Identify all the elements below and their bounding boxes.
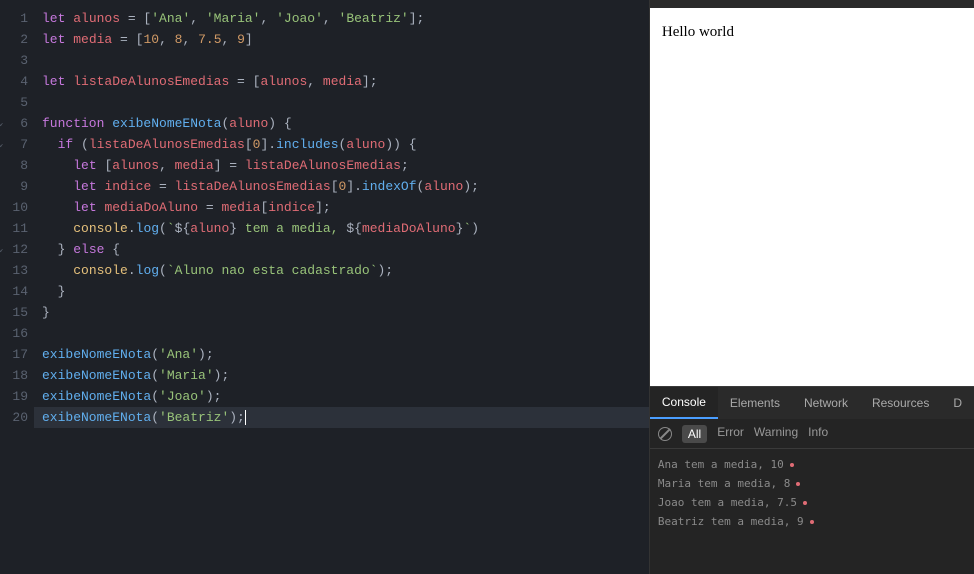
editor-pane: 12345⌄6⌄7891011⌄121314151617181920 let a… xyxy=(0,0,649,574)
code-line[interactable]: let mediaDoAluno = media[indice]; xyxy=(34,197,649,218)
line-number: 5 xyxy=(0,92,34,113)
line-number: 9 xyxy=(0,176,34,197)
console-log-line[interactable]: Joao tem a media, 7.5 xyxy=(658,493,966,512)
line-number: 11 xyxy=(0,218,34,239)
devtools-tab-resources[interactable]: Resources xyxy=(860,387,941,419)
console-log: Ana tem a media, 10Maria tem a media, 8J… xyxy=(650,449,974,574)
line-number: 19 xyxy=(0,386,34,407)
console-filter-warning[interactable]: Warning xyxy=(754,425,798,443)
devtools-tab-d[interactable]: D xyxy=(941,387,974,419)
log-source-dot-icon xyxy=(796,482,800,486)
log-source-dot-icon xyxy=(810,520,814,524)
output-text: Hello world xyxy=(662,24,734,40)
line-number: 14 xyxy=(0,281,34,302)
line-number: ⌄6 xyxy=(0,113,34,134)
code-line[interactable]: } xyxy=(34,302,649,323)
devtools-tab-network[interactable]: Network xyxy=(792,387,860,419)
console-log-line[interactable]: Maria tem a media, 8 xyxy=(658,474,966,493)
code-line[interactable]: let media = [10, 8, 7.5, 9] xyxy=(34,29,649,50)
devtools-tab-console[interactable]: Console xyxy=(650,387,718,419)
code-line[interactable]: } else { xyxy=(34,239,649,260)
code-line[interactable]: let listaDeAlunosEmedias = [alunos, medi… xyxy=(34,71,649,92)
line-number: 3 xyxy=(0,50,34,71)
code-line[interactable]: function exibeNomeENota(aluno) { xyxy=(34,113,649,134)
fold-chevron-icon[interactable]: ⌄ xyxy=(0,134,3,155)
code-area[interactable]: let alunos = ['Ana', 'Maria', 'Joao', 'B… xyxy=(34,0,649,574)
line-number: 10 xyxy=(0,197,34,218)
console-filter-error[interactable]: Error xyxy=(717,425,744,443)
line-number: 18 xyxy=(0,365,34,386)
console-filter-all[interactable]: All xyxy=(682,425,707,443)
console-filter-info[interactable]: Info xyxy=(808,425,828,443)
code-line[interactable]: exibeNomeENota('Ana'); xyxy=(34,344,649,365)
line-number: 1 xyxy=(0,8,34,29)
line-gutter: 12345⌄6⌄7891011⌄121314151617181920 xyxy=(0,0,34,574)
devtools: ConsoleElementsNetworkResourcesD All Erro… xyxy=(650,386,974,574)
line-number: 8 xyxy=(0,155,34,176)
code-line[interactable]: exibeNomeENota('Beatriz'); xyxy=(34,407,649,428)
line-number: 17 xyxy=(0,344,34,365)
devtools-tabs: ConsoleElementsNetworkResourcesD xyxy=(650,387,974,419)
clear-console-icon[interactable] xyxy=(658,427,672,441)
code-line[interactable]: exibeNomeENota('Joao'); xyxy=(34,386,649,407)
fold-chevron-icon[interactable]: ⌄ xyxy=(0,239,3,260)
code-line[interactable] xyxy=(34,323,649,344)
code-line[interactable]: console.log(`Aluno nao esta cadastrado`)… xyxy=(34,260,649,281)
line-number: 4 xyxy=(0,71,34,92)
code-line[interactable]: exibeNomeENota('Maria'); xyxy=(34,365,649,386)
line-number: 20 xyxy=(0,407,34,428)
devtools-tab-elements[interactable]: Elements xyxy=(718,387,792,419)
console-log-line[interactable]: Ana tem a media, 10 xyxy=(658,455,966,474)
console-log-line[interactable]: Beatriz tem a media, 9 xyxy=(658,512,966,531)
line-number: ⌄12 xyxy=(0,239,34,260)
right-pane: Hello world ConsoleElementsNetworkResour… xyxy=(649,0,974,574)
code-line[interactable]: if (listaDeAlunosEmedias[0].includes(alu… xyxy=(34,134,649,155)
code-line[interactable]: let [alunos, media] = listaDeAlunosEmedi… xyxy=(34,155,649,176)
code-line[interactable]: console.log(`${aluno} tem a media, ${med… xyxy=(34,218,649,239)
code-line[interactable] xyxy=(34,92,649,113)
text-cursor xyxy=(245,410,246,425)
console-filters: All Error Warning Info xyxy=(650,419,974,449)
log-source-dot-icon xyxy=(790,463,794,467)
line-number: 15 xyxy=(0,302,34,323)
line-number: 13 xyxy=(0,260,34,281)
code-line[interactable] xyxy=(34,50,649,71)
output-pane: Hello world xyxy=(650,8,974,386)
code-line[interactable]: let indice = listaDeAlunosEmedias[0].ind… xyxy=(34,176,649,197)
line-number: 16 xyxy=(0,323,34,344)
fold-chevron-icon[interactable]: ⌄ xyxy=(0,113,3,134)
line-number: ⌄7 xyxy=(0,134,34,155)
log-source-dot-icon xyxy=(803,501,807,505)
line-number: 2 xyxy=(0,29,34,50)
code-line[interactable]: } xyxy=(34,281,649,302)
url-bar[interactable] xyxy=(650,0,974,8)
code-line[interactable]: let alunos = ['Ana', 'Maria', 'Joao', 'B… xyxy=(34,8,649,29)
